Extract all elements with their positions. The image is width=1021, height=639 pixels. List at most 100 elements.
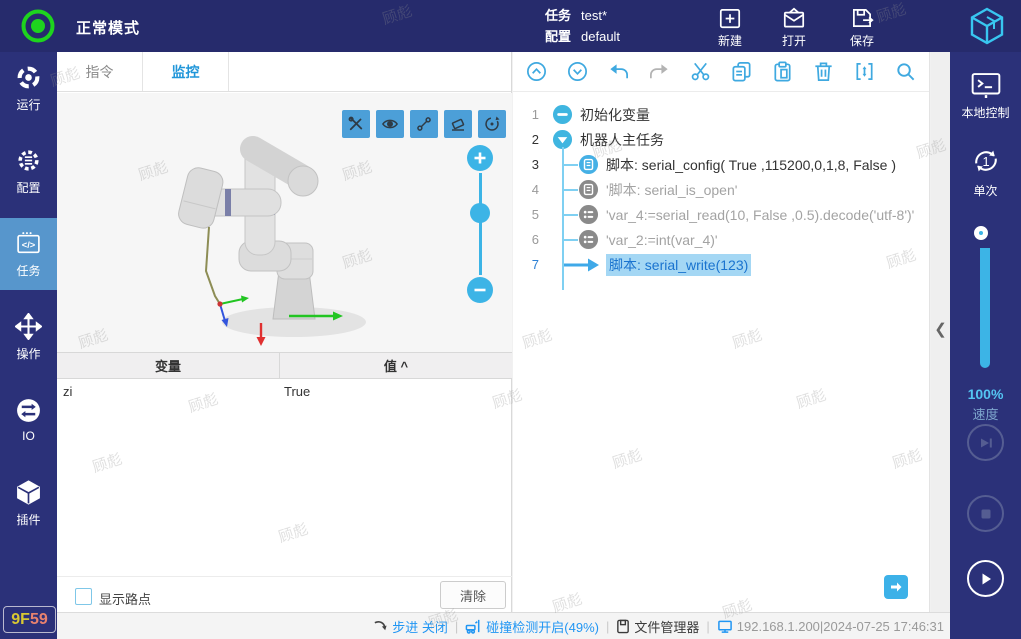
tree-row[interactable]: 6'var_2:=int(var_4)' bbox=[513, 227, 930, 252]
collapse-all-icon[interactable] bbox=[525, 60, 548, 83]
speed-label: 速度 bbox=[950, 404, 1021, 423]
copy-icon[interactable] bbox=[730, 60, 753, 83]
search-icon[interactable] bbox=[894, 60, 917, 83]
scene-tools-button[interactable] bbox=[342, 110, 370, 138]
separator: | bbox=[455, 619, 458, 634]
sidebar-item-config[interactable]: 配置 bbox=[0, 135, 57, 207]
tree-row[interactable]: 7 脚本: serial_write(123) bbox=[513, 252, 930, 277]
collapse-node-icon bbox=[552, 104, 573, 125]
insert-next-arrow-button[interactable] bbox=[884, 575, 908, 599]
save-task-icon bbox=[849, 5, 875, 31]
tree-row[interactable]: 5'var_4:=serial_read(10, False ,0.5).dec… bbox=[513, 202, 930, 227]
local-control-label: 本地控制 bbox=[961, 104, 1009, 121]
table-row[interactable]: zi True bbox=[57, 379, 512, 403]
tree-row[interactable]: 3脚本: serial_config( True ,115200,0,1,8, … bbox=[513, 152, 930, 177]
expand-all-icon[interactable] bbox=[566, 60, 589, 83]
task-config-info: 任务test* 配置default bbox=[545, 5, 620, 47]
tab-monitor[interactable]: 监控 bbox=[143, 52, 229, 91]
new-task-button[interactable]: 新建 bbox=[702, 5, 758, 49]
status-code-right: 59 bbox=[30, 611, 48, 629]
collision-icon bbox=[465, 618, 482, 634]
viewer-tabs: 指令 监控 bbox=[57, 52, 511, 92]
status-code-badge: 9F59 bbox=[3, 606, 56, 633]
orbit-rotate-button[interactable] bbox=[478, 110, 506, 138]
single-loop-icon: 1 bbox=[969, 144, 1003, 178]
sidebar-item-io[interactable]: IO bbox=[0, 384, 57, 456]
replace-swap-icon[interactable] bbox=[853, 60, 876, 83]
eraser-button[interactable] bbox=[444, 110, 472, 138]
play-button[interactable] bbox=[967, 560, 1004, 597]
sidebar-item-plugin[interactable]: 插件 bbox=[0, 467, 57, 539]
monitor-icon bbox=[717, 619, 733, 634]
save-task-button[interactable]: 保存 bbox=[834, 5, 890, 49]
stop-button[interactable] bbox=[967, 495, 1004, 532]
new-task-icon bbox=[717, 5, 743, 31]
sidebar-item-label: IO bbox=[22, 429, 35, 443]
zoom-in-button[interactable] bbox=[467, 145, 493, 171]
sidebar-item-label: 运行 bbox=[16, 96, 40, 113]
zoom-slider-track[interactable] bbox=[479, 173, 482, 275]
task-tree-panel: 1初始化变量2机器人主任务3脚本: serial_config( True ,1… bbox=[513, 52, 930, 612]
variable-icon bbox=[578, 229, 599, 250]
tree-row-text: 脚本: serial_write(123) bbox=[606, 254, 751, 276]
collision-text: 碰撞检测开启(49%) bbox=[486, 617, 599, 636]
path-trace-button[interactable] bbox=[410, 110, 438, 138]
speed-slider-handle[interactable] bbox=[974, 226, 988, 240]
variable-icon bbox=[578, 204, 599, 225]
open-task-label: 打开 bbox=[782, 32, 806, 49]
collision-detection-status[interactable]: 碰撞检测开启(49%) bbox=[465, 617, 599, 636]
zoom-out-button[interactable] bbox=[467, 277, 493, 303]
sidebar-item-task[interactable]: </> 任务 bbox=[0, 218, 57, 290]
show-waypoints-checkbox[interactable] bbox=[75, 588, 92, 605]
zoom-slider-handle[interactable] bbox=[470, 203, 490, 223]
speed-slider-track[interactable] bbox=[980, 248, 990, 368]
tree-connector bbox=[563, 164, 578, 166]
step-forward-button[interactable] bbox=[967, 424, 1004, 461]
tree-row-text: 机器人主任务 bbox=[580, 130, 664, 150]
status-code-left: 9F bbox=[11, 611, 30, 629]
variable-name-cell: zi bbox=[57, 384, 280, 399]
io-arrows-icon bbox=[15, 397, 42, 424]
tab-command[interactable]: 指令 bbox=[57, 52, 143, 91]
open-task-button[interactable]: 打开 bbox=[766, 5, 822, 49]
local-control-button[interactable]: 本地控制 bbox=[950, 70, 1021, 121]
line-number: 6 bbox=[513, 232, 539, 247]
tree-connector bbox=[563, 214, 578, 216]
single-run-button[interactable]: 1 单次 bbox=[950, 144, 1021, 199]
redo-icon[interactable] bbox=[648, 60, 671, 83]
svg-text:1: 1 bbox=[982, 154, 989, 169]
script-icon bbox=[578, 154, 599, 175]
delete-trash-icon[interactable] bbox=[812, 60, 835, 83]
file-manager-text: 文件管理器 bbox=[634, 617, 699, 636]
tree-row[interactable]: 1初始化变量 bbox=[513, 102, 930, 127]
line-number: 7 bbox=[513, 257, 539, 272]
network-text: 192.168.1.200|2024-07-25 17:46:31 bbox=[737, 619, 944, 634]
line-number: 3 bbox=[513, 157, 539, 172]
right-sidebar: 本地控制 1 单次 100% 速度 bbox=[950, 52, 1021, 639]
sidebar-item-operate[interactable]: 操作 bbox=[0, 301, 57, 373]
robot-3d-view[interactable] bbox=[57, 93, 512, 352]
column-header-variable[interactable]: 变量 bbox=[57, 353, 280, 378]
show-waypoints-label: 显示路点 bbox=[99, 589, 151, 608]
collapse-panel-chevron[interactable]: ❮︎ bbox=[931, 314, 950, 344]
visibility-eye-button[interactable] bbox=[376, 110, 404, 138]
step-mode-toggle[interactable]: 步进 关闭 bbox=[373, 617, 448, 636]
status-bar: 步进 关闭 | 碰撞检测开启(49%) | 文件管理器 | 192.168.1.… bbox=[57, 612, 950, 639]
tree-row[interactable]: 2机器人主任务 bbox=[513, 127, 930, 152]
tree-row-text: '脚本: serial_is_open' bbox=[606, 180, 737, 200]
file-manager-button[interactable]: 文件管理器 bbox=[616, 617, 699, 636]
sidebar-item-run[interactable]: 运行 bbox=[0, 52, 57, 124]
undo-icon[interactable] bbox=[607, 60, 630, 83]
brand-logo-icon bbox=[965, 4, 1009, 48]
tree-row[interactable]: 4'脚本: serial_is_open' bbox=[513, 177, 930, 202]
column-header-value[interactable]: 值 ^ bbox=[280, 353, 512, 378]
cut-icon[interactable] bbox=[689, 60, 712, 83]
mode-status-icon[interactable] bbox=[20, 8, 56, 44]
left-sidebar: 运行 配置 </> 任务 操作 IO 插件 9F59 bbox=[0, 52, 57, 639]
tree-toolbar bbox=[513, 52, 929, 92]
task-name: test* bbox=[581, 8, 607, 23]
sidebar-item-label: 配置 bbox=[16, 179, 40, 196]
clear-button[interactable]: 清除 bbox=[440, 581, 506, 609]
separator: | bbox=[606, 619, 609, 634]
paste-icon[interactable] bbox=[771, 60, 794, 83]
